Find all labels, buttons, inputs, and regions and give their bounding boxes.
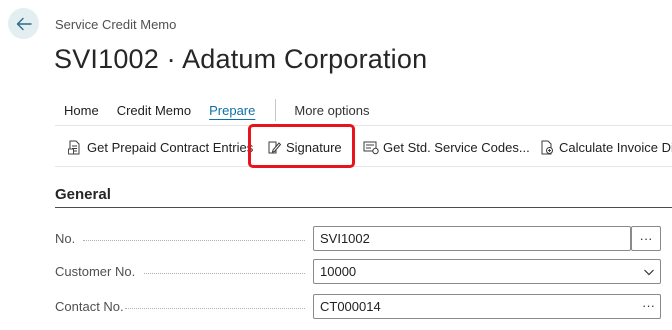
no-assist-button[interactable]: ···	[631, 226, 661, 251]
page-title: SVI1002 · Adatum Corporation	[54, 44, 428, 74]
back-button[interactable]	[8, 8, 39, 39]
signature-highlight-box	[248, 124, 355, 168]
tab-home[interactable]: Home	[64, 103, 99, 118]
field-contact-no-label: Contact No.	[55, 299, 124, 314]
document-list-icon	[67, 139, 83, 155]
action-tabs: Home Credit Memo Prepare More options	[64, 99, 388, 121]
ellipsis-icon: ···	[639, 231, 653, 246]
no-input[interactable]: SVI1002	[313, 226, 631, 251]
calculate-icon	[539, 139, 555, 155]
section-divider	[55, 207, 672, 208]
field-customer-no: Customer No. 10000	[55, 259, 672, 285]
more-options-button[interactable]: More options	[294, 103, 369, 118]
get-std-service-codes-label: Get Std. Service Codes...	[383, 139, 530, 155]
get-std-service-codes-button[interactable]: Get Std. Service Codes...	[363, 126, 530, 168]
contact-no-input[interactable]: CT000014	[313, 294, 661, 319]
field-no: No. SVI1002 ···	[55, 226, 672, 252]
tab-credit-memo[interactable]: Credit Memo	[117, 103, 191, 118]
get-prepaid-contract-entries-button[interactable]: Get Prepaid Contract Entries	[67, 126, 253, 168]
chevron-down-icon	[643, 265, 655, 283]
action-bar: Get Prepaid Contract Entries Signature G…	[55, 125, 672, 167]
field-contact-no-leader	[125, 308, 305, 309]
get-prepaid-contract-entries-label: Get Prepaid Contract Entries	[87, 139, 254, 155]
tab-divider	[275, 99, 277, 121]
field-contact-no: Contact No. CT000014 ···	[55, 294, 672, 320]
field-customer-no-leader	[144, 273, 305, 274]
tab-prepare[interactable]: Prepare	[209, 103, 255, 118]
contact-ellipsis-icon[interactable]: ···	[642, 298, 655, 313]
field-customer-no-label: Customer No.	[55, 264, 136, 279]
service-codes-icon	[363, 139, 379, 155]
section-title-general: General	[55, 186, 111, 203]
field-no-label: No.	[55, 231, 76, 246]
arrow-left-icon	[16, 17, 32, 31]
calculate-invoice-discount-button[interactable]: Calculate Invoice Dis	[539, 126, 672, 168]
calculate-invoice-discount-label: Calculate Invoice Dis	[559, 139, 672, 155]
field-no-leader	[83, 240, 305, 241]
breadcrumb: Service Credit Memo	[55, 17, 177, 32]
customer-no-select[interactable]: 10000	[313, 259, 661, 284]
